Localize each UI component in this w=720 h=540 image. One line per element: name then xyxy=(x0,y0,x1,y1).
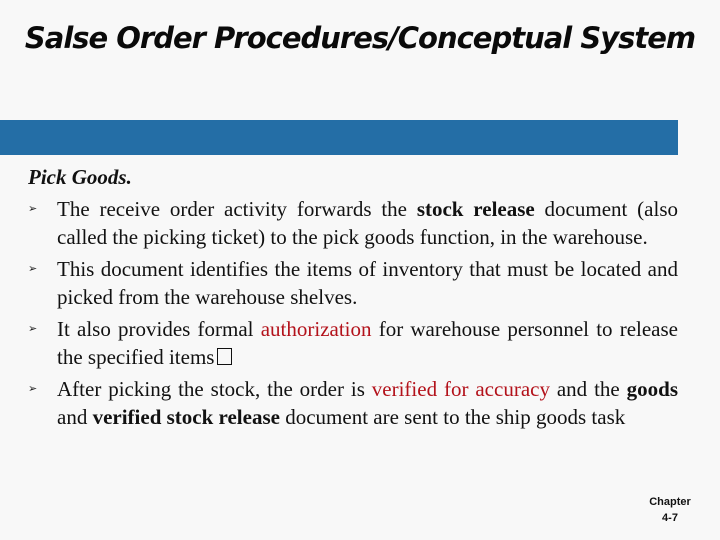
title-band xyxy=(0,120,678,155)
slide-title: Salse Order Procedures/Conceptual System xyxy=(24,21,696,55)
section-heading: Pick Goods. xyxy=(28,165,132,189)
text-segment: It also provides formal xyxy=(57,316,261,341)
arrowhead-bullet-icon: ➢ xyxy=(28,321,38,335)
text-segment: and the xyxy=(549,376,627,401)
highlighted-term: verified for accuracy xyxy=(371,376,550,401)
slide-content: Pick Goods. ➢ The receive order activity… xyxy=(28,163,678,435)
missing-glyph-box-icon xyxy=(217,348,233,365)
chapter-label: Chapter xyxy=(649,496,691,508)
text-segment: This document identifies the items of in… xyxy=(57,256,678,310)
text-segment: The receive order activity forwards the xyxy=(57,196,417,221)
bold-term: goods xyxy=(626,376,678,401)
text-segment: document are sent to the ship goods task xyxy=(279,405,626,429)
text-segment: and xyxy=(57,405,93,429)
bullet-item: ➢ This document identifies the items of … xyxy=(28,255,678,312)
page-number: 4-7 xyxy=(662,512,678,524)
arrowhead-bullet-icon: ➢ xyxy=(28,381,38,395)
bullet-item: ➢ It also provides formal authorization … xyxy=(28,315,678,372)
slide-footer: Chapter 4-7 xyxy=(630,494,710,526)
bullet-item: ➢ The receive order activity forwards th… xyxy=(28,195,678,252)
text-segment: After picking the stock, the order is xyxy=(57,376,372,401)
bullet-list: ➢ The receive order activity forwards th… xyxy=(28,195,678,432)
arrowhead-bullet-icon: ➢ xyxy=(28,261,38,275)
highlighted-term: authorization xyxy=(260,316,372,341)
bullet-item: ➢ After picking the stock, the order is … xyxy=(28,375,678,432)
bold-term: verified stock release xyxy=(92,405,280,429)
arrowhead-bullet-icon: ➢ xyxy=(28,201,38,215)
bold-term: stock release xyxy=(416,196,535,221)
